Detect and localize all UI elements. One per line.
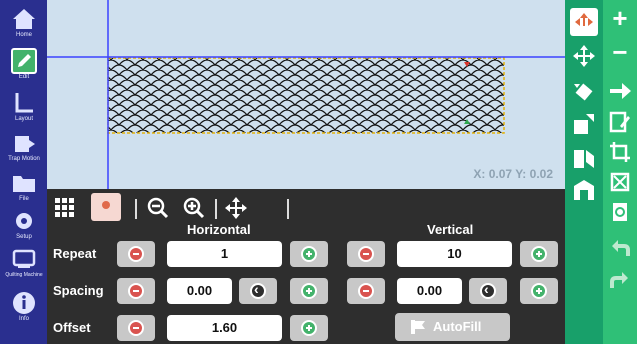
- toolbar-divider: [135, 199, 137, 219]
- split-icon[interactable]: [606, 170, 634, 198]
- crop-icon[interactable]: [606, 140, 634, 168]
- repeat-horizontal-decrement-button[interactable]: [117, 241, 155, 267]
- sidebar-item-quilting-machine[interactable]: Quilting Machine: [5, 244, 43, 284]
- toolbar-divider: [215, 199, 217, 219]
- sidebar-item-label: Home: [15, 32, 32, 38]
- edit-doc-icon[interactable]: [606, 110, 634, 138]
- trap-motion-icon: [15, 136, 35, 152]
- left-sidebar: Home Edit Layout Trap Motion File Setup …: [0, 0, 47, 344]
- sidebar-item-info[interactable]: Info: [5, 288, 43, 328]
- sidebar-item-file[interactable]: File: [5, 168, 43, 208]
- minus-icon: [358, 283, 374, 299]
- spacing-horizontal-increment-button[interactable]: [290, 278, 328, 304]
- mirror-tool-icon[interactable]: [570, 176, 598, 204]
- sidebar-item-label: Edit: [18, 74, 30, 80]
- spacing-horizontal-decrement-button[interactable]: [117, 278, 155, 304]
- layout-icon: [15, 93, 33, 113]
- repeat-horizontal-field[interactable]: 1: [167, 241, 282, 267]
- edit-icon: [11, 48, 37, 74]
- folder-icon: [13, 176, 35, 192]
- redo-icon[interactable]: [606, 268, 634, 296]
- offset-field[interactable]: 1.60: [167, 315, 282, 341]
- sidebar-item-label: Setup: [16, 234, 32, 240]
- edit-tools-bar: [565, 0, 603, 344]
- sidebar-item-label: File: [19, 196, 29, 202]
- minus-icon: [358, 246, 374, 262]
- autofill-button[interactable]: AutoFill: [395, 313, 510, 341]
- coordinate-readout: X: 0.07 Y: 0.02: [473, 167, 553, 181]
- next-icon[interactable]: [606, 78, 634, 106]
- offset-decrement-button[interactable]: [117, 315, 155, 341]
- sidebar-item-label: Info: [18, 316, 29, 322]
- offset-label: Offset: [53, 320, 91, 335]
- repeat-horizontal-increment-button[interactable]: [290, 241, 328, 267]
- minus-icon: [128, 246, 144, 262]
- plus-icon: [301, 283, 317, 299]
- undo-icon[interactable]: [606, 236, 634, 264]
- add-icon[interactable]: +: [606, 4, 634, 32]
- vertical-header: Vertical: [427, 222, 474, 237]
- design-canvas[interactable]: X: 0.07 Y: 0.02: [47, 0, 565, 189]
- repeat-panel: Horizontal Vertical Repeat 1 10 Spacing …: [47, 189, 565, 344]
- settings-icon: [16, 213, 32, 229]
- action-bar: + −: [603, 0, 637, 344]
- plus-icon: [301, 320, 317, 336]
- minus-icon: [128, 320, 144, 336]
- rotate-tool-icon[interactable]: [570, 78, 598, 106]
- zoom-in-icon[interactable]: [181, 195, 207, 221]
- spacing-horizontal-reset-button[interactable]: [239, 278, 277, 304]
- autofill-label: AutoFill: [433, 319, 482, 334]
- home-icon: [13, 9, 35, 29]
- plus-icon: [531, 283, 547, 299]
- repeat-vertical-decrement-button[interactable]: [347, 241, 385, 267]
- refresh-icon[interactable]: [606, 200, 634, 228]
- pattern-thumbnail-icon[interactable]: [91, 193, 121, 221]
- move-tool-icon[interactable]: [570, 42, 598, 70]
- move-icon[interactable]: [223, 195, 249, 221]
- select-tool-icon[interactable]: [570, 8, 598, 36]
- sidebar-item-setup[interactable]: Setup: [5, 206, 43, 246]
- canvas-drawing: [47, 0, 565, 189]
- toolbar-divider: [287, 199, 289, 219]
- back-icon: [250, 281, 266, 299]
- sidebar-item-label: Quilting Machine: [5, 272, 43, 278]
- flip-tool-icon[interactable]: [570, 144, 598, 172]
- resize-tool-icon[interactable]: [570, 110, 598, 138]
- minus-icon: [128, 283, 144, 299]
- sidebar-item-label: Layout: [14, 116, 33, 122]
- quilt-pattern-area[interactable]: [108, 58, 504, 133]
- spacing-vertical-increment-button[interactable]: [520, 278, 558, 304]
- info-icon: [13, 292, 35, 314]
- remove-icon[interactable]: −: [606, 38, 634, 66]
- spacing-vertical-decrement-button[interactable]: [347, 278, 385, 304]
- spacing-label: Spacing: [53, 283, 104, 298]
- repeat-vertical-increment-button[interactable]: [520, 241, 558, 267]
- sidebar-item-layout[interactable]: Layout: [5, 88, 43, 128]
- sidebar-item-trap-motion[interactable]: Trap Motion: [5, 128, 43, 168]
- repeat-label: Repeat: [53, 246, 97, 261]
- spacing-horizontal-field[interactable]: 0.00: [167, 278, 232, 304]
- sidebar-item-home[interactable]: Home: [5, 4, 43, 44]
- back-icon: [480, 281, 496, 299]
- sidebar-item-label: Trap Motion: [8, 156, 40, 162]
- horizontal-header: Horizontal: [187, 222, 251, 237]
- machine-icon: [12, 249, 36, 268]
- spacing-vertical-reset-button[interactable]: [469, 278, 507, 304]
- plus-icon: [301, 246, 317, 262]
- spacing-vertical-field[interactable]: 0.00: [397, 278, 462, 304]
- sidebar-item-edit[interactable]: Edit: [5, 46, 43, 86]
- offset-increment-button[interactable]: [290, 315, 328, 341]
- repeat-vertical-field[interactable]: 10: [397, 241, 512, 267]
- zoom-out-icon[interactable]: [145, 195, 171, 221]
- autofill-icon: [411, 320, 425, 334]
- plus-icon: [531, 246, 547, 262]
- grid-icon[interactable]: [53, 195, 77, 221]
